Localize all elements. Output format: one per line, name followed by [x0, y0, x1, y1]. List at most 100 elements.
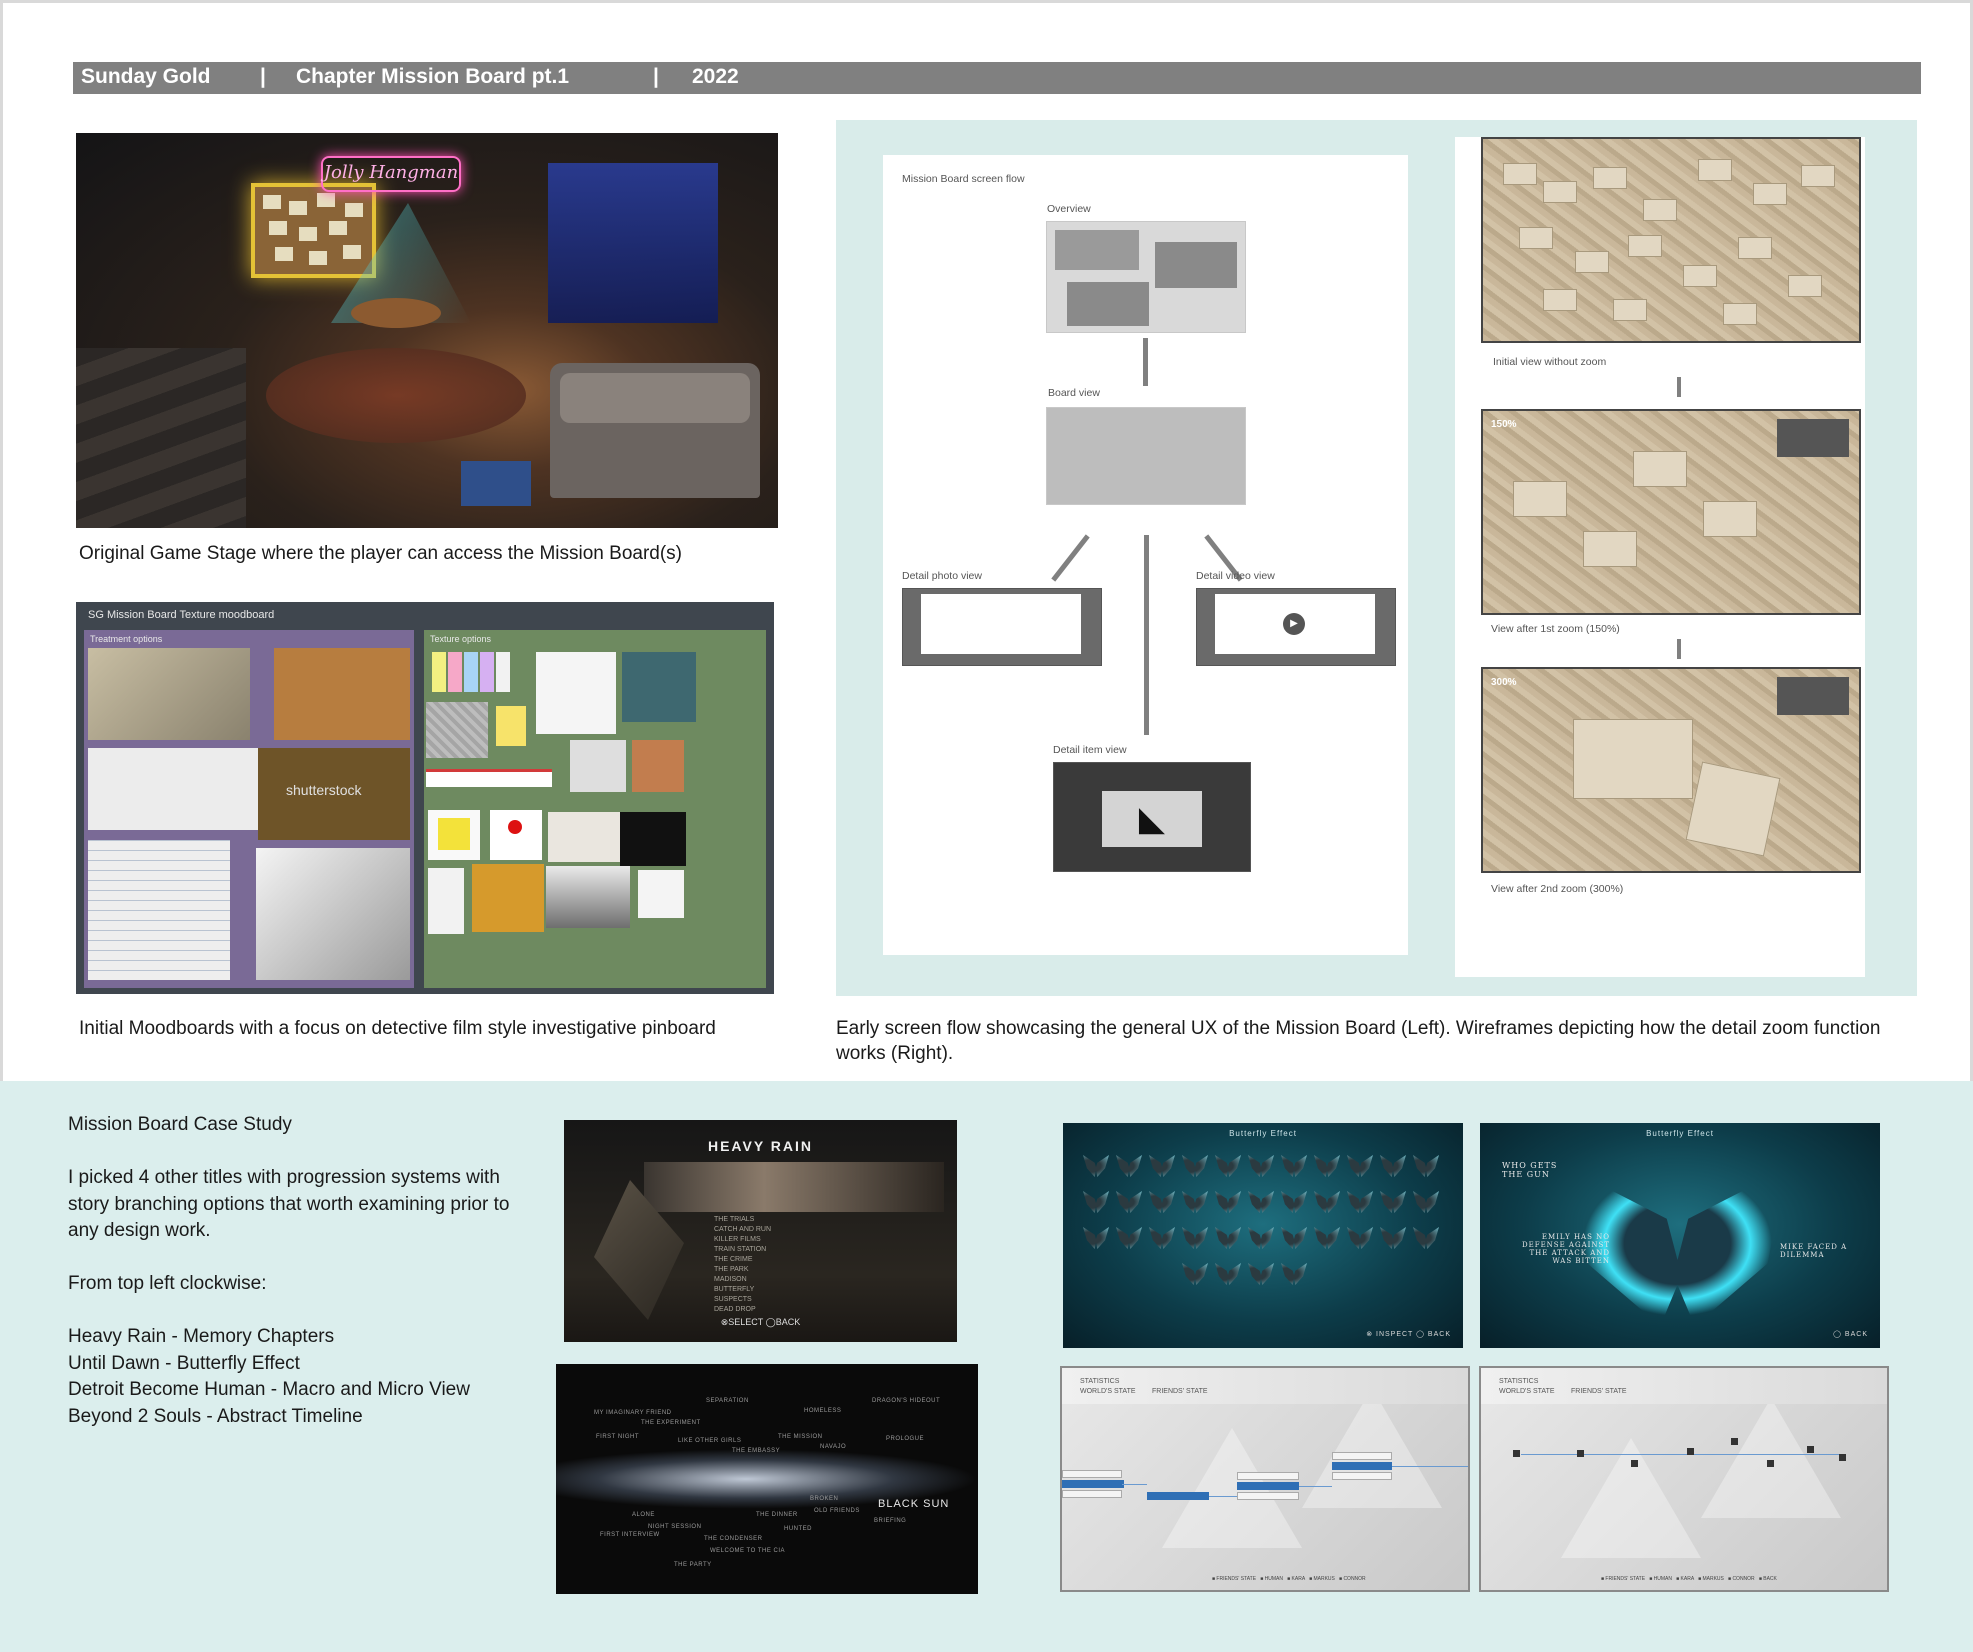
butterfly-icon[interactable]	[1215, 1191, 1241, 1213]
timeline-node[interactable]: DRAGON'S HIDEOUT	[872, 1398, 940, 1404]
butterfly-icon[interactable]	[1182, 1155, 1208, 1177]
menu-item[interactable]: SUSPECTS	[714, 1295, 771, 1305]
butterfly-icon[interactable]	[1083, 1227, 1109, 1249]
menu-item[interactable]: CATCH AND RUN	[714, 1225, 771, 1235]
butterfly-icon[interactable]	[1413, 1155, 1439, 1177]
timeline-node[interactable]: THE EXPERIMENT	[641, 1420, 701, 1426]
chapter-node[interactable]	[1839, 1454, 1846, 1461]
butterfly-icon[interactable]	[1215, 1155, 1241, 1177]
timeline-highlight[interactable]: BLACK SUN	[878, 1498, 949, 1510]
butterfly-icon[interactable]	[1215, 1263, 1241, 1285]
chapter-node[interactable]	[1513, 1450, 1520, 1457]
menu-item[interactable]: THE CRIME	[714, 1255, 771, 1265]
butterfly-icon[interactable]	[1347, 1155, 1373, 1177]
flow-node[interactable]	[1062, 1470, 1122, 1478]
butterfly-icon[interactable]	[1116, 1191, 1142, 1213]
menu-item[interactable]: MADISON	[714, 1275, 771, 1285]
timeline-node[interactable]: THE CONDENSER	[704, 1536, 763, 1542]
friends-state-tab[interactable]: FRIENDS' STATE	[1152, 1388, 1208, 1395]
timeline-node[interactable]: WELCOME TO THE CIA	[710, 1548, 785, 1554]
butterfly-icon[interactable]	[1182, 1263, 1208, 1285]
timeline-node[interactable]: THE DINNER	[756, 1512, 798, 1518]
butterfly-icon[interactable]	[1380, 1155, 1406, 1177]
timeline-node[interactable]: NIGHT SESSION	[648, 1524, 701, 1530]
menu-item[interactable]: TRAIN STATION	[714, 1245, 771, 1255]
timeline-node[interactable]: FIRST NIGHT	[596, 1434, 639, 1440]
friends-state-tab[interactable]: FRIENDS' STATE	[1571, 1388, 1627, 1395]
chapter-node[interactable]	[1767, 1460, 1774, 1467]
timeline-node[interactable]: HOMELESS	[804, 1408, 841, 1414]
flow-node[interactable]	[1062, 1480, 1124, 1488]
flow-node[interactable]	[1237, 1492, 1299, 1500]
butterfly-icon[interactable]	[1182, 1191, 1208, 1213]
timeline-node[interactable]: THE EMBASSY	[732, 1448, 780, 1454]
butterfly-icon[interactable]	[1149, 1155, 1175, 1177]
timeline-node[interactable]: FIRST INTERVIEW	[600, 1532, 660, 1538]
minimap[interactable]	[1777, 677, 1849, 715]
flow-node[interactable]	[1332, 1452, 1392, 1460]
butterfly-icon[interactable]	[1281, 1263, 1307, 1285]
butterfly-icon[interactable]	[1083, 1191, 1109, 1213]
timeline-node[interactable]: LIKE OTHER GIRLS	[678, 1438, 741, 1444]
butterfly-icon[interactable]	[1248, 1191, 1274, 1213]
arrow-down-left	[1051, 534, 1090, 582]
butterfly-icon[interactable]	[1314, 1155, 1340, 1177]
initial-view-caption: Initial view without zoom	[1493, 356, 1607, 368]
timeline-node[interactable]: OLD FRIENDS	[814, 1508, 860, 1514]
butterfly-icon[interactable]	[1281, 1191, 1307, 1213]
flow-node[interactable]	[1147, 1492, 1209, 1500]
flow-node[interactable]	[1062, 1490, 1122, 1498]
flow-node[interactable]	[1332, 1472, 1392, 1480]
minimap[interactable]	[1777, 419, 1849, 457]
butterfly-icon[interactable]	[1248, 1263, 1274, 1285]
butterfly-icon[interactable]	[1413, 1227, 1439, 1249]
timeline-node[interactable]: THE MISSION	[778, 1434, 823, 1440]
timeline-node[interactable]: NAVAJO	[820, 1444, 846, 1450]
butterfly-icon[interactable]	[1413, 1191, 1439, 1213]
chapter-node[interactable]	[1687, 1448, 1694, 1455]
menu-item[interactable]: THE TRIALS	[714, 1215, 771, 1225]
menu-item[interactable]: BUTTERFLY	[714, 1285, 771, 1295]
screen-flow-diagram: Mission Board screen flow Overview Board…	[883, 155, 1408, 955]
butterfly-icon[interactable]	[1182, 1227, 1208, 1249]
timeline-node[interactable]: SEPARATION	[706, 1398, 749, 1404]
butterfly-icon[interactable]	[1314, 1191, 1340, 1213]
butterfly-icon[interactable]	[1380, 1227, 1406, 1249]
butterfly-icon[interactable]	[1116, 1155, 1142, 1177]
butterfly-icon[interactable]	[1347, 1191, 1373, 1213]
butterfly-icon[interactable]	[1116, 1227, 1142, 1249]
flow-node[interactable]	[1237, 1482, 1299, 1490]
timeline-node[interactable]: HUNTED	[784, 1526, 812, 1532]
timeline-node[interactable]: MY IMAGINARY FRIEND	[594, 1410, 672, 1416]
world-state-tab[interactable]: WORLD'S STATE	[1080, 1388, 1136, 1395]
chapter-node[interactable]	[1731, 1438, 1738, 1445]
butterfly-icon[interactable]	[1380, 1191, 1406, 1213]
timeline-node[interactable]: ALONE	[632, 1512, 655, 1518]
ud-footer-back[interactable]: ◯ BACK	[1833, 1330, 1868, 1338]
butterfly-icon[interactable]	[1281, 1227, 1307, 1249]
chapter-node[interactable]	[1577, 1450, 1584, 1457]
timeline-node[interactable]: PROLOGUE	[886, 1436, 924, 1442]
menu-item[interactable]: KILLER FILMS	[714, 1235, 771, 1245]
butterfly-icon[interactable]	[1248, 1227, 1274, 1249]
menu-item[interactable]: DEAD DROP	[714, 1305, 771, 1315]
menu-item[interactable]: THE PARK	[714, 1265, 771, 1275]
butterfly-icon[interactable]	[1347, 1227, 1373, 1249]
butterfly-icon[interactable]	[1248, 1155, 1274, 1177]
butterfly-icon[interactable]	[1281, 1155, 1307, 1177]
world-state-tab[interactable]: WORLD'S STATE	[1499, 1388, 1555, 1395]
timeline-node[interactable]: BRIEFING	[874, 1518, 906, 1524]
flow-node[interactable]	[1237, 1472, 1299, 1480]
chapter-node[interactable]	[1631, 1460, 1638, 1467]
chapter-node[interactable]	[1807, 1446, 1814, 1453]
flow-title: Mission Board screen flow	[902, 173, 1025, 185]
butterfly-icon[interactable]	[1314, 1227, 1340, 1249]
butterfly-icon[interactable]	[1149, 1227, 1175, 1249]
play-icon[interactable]: ▶	[1283, 613, 1305, 635]
timeline-node[interactable]: BROKEN	[810, 1496, 838, 1502]
butterfly-icon[interactable]	[1215, 1227, 1241, 1249]
timeline-node[interactable]: THE PARTY	[674, 1562, 712, 1568]
butterfly-icon[interactable]	[1083, 1155, 1109, 1177]
flow-node[interactable]	[1332, 1462, 1392, 1470]
butterfly-icon[interactable]	[1149, 1191, 1175, 1213]
